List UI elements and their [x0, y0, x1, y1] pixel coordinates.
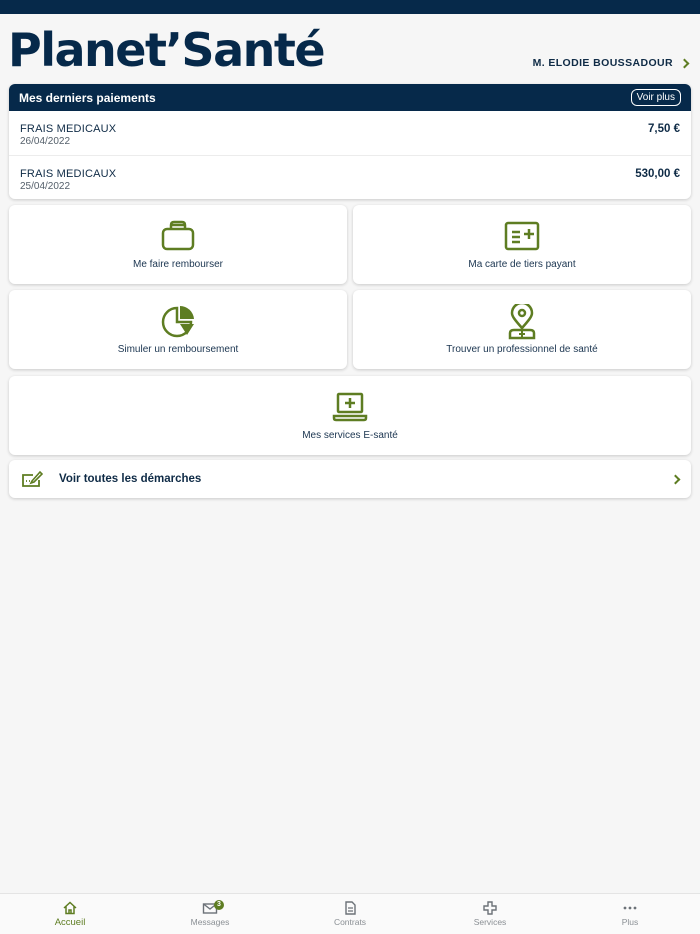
tab-home-label: Accueil: [54, 917, 86, 928]
home-icon: [63, 901, 77, 915]
status-bar: [0, 0, 700, 14]
more-dots-icon: [623, 906, 637, 910]
tab-contracts-label: Contrats: [333, 917, 367, 927]
all-steps-label: Voir toutes les démarches: [59, 473, 202, 485]
tab-messages-label: Messages: [190, 917, 230, 927]
tab-messages[interactable]: 3 Messages: [140, 894, 280, 934]
recent-payments-card: Mes derniers paiements Voir plus FRAIS M…: [9, 84, 691, 199]
find-professional-tile[interactable]: Trouver un professionnel de santé: [353, 290, 691, 369]
simulate-label: Simuler un remboursement: [117, 344, 239, 355]
chevron-right-icon: [679, 58, 690, 68]
user-name: M. ELODIE BOUSSADOUR: [532, 57, 673, 69]
document-icon: [345, 901, 356, 915]
location-doctor-icon: [508, 304, 536, 340]
app-logo: Planet’Santé: [8, 23, 326, 77]
pie-chart-icon: [161, 305, 194, 338]
payment-label: FRAIS MEDICAUX: [20, 123, 117, 135]
laptop-plus-icon: [332, 392, 368, 422]
e-health-services-tile[interactable]: Mes services E-santé: [9, 376, 691, 455]
reimburse-tile[interactable]: Me faire rembourser: [9, 205, 347, 284]
card-label: Ma carte de tiers payant: [468, 259, 576, 270]
payment-label: FRAIS MEDICAUX: [20, 168, 117, 180]
sign-form-icon: [22, 470, 43, 487]
simulate-tile[interactable]: Simuler un remboursement: [9, 290, 347, 369]
all-steps-button[interactable]: Voir toutes les démarches: [9, 460, 691, 498]
tab-home[interactable]: Accueil: [0, 894, 140, 934]
payment-date: 26/04/2022: [20, 136, 71, 147]
payment-date: 25/04/2022: [20, 181, 71, 192]
tab-more[interactable]: Plus: [560, 894, 700, 934]
tab-more-label: Plus: [621, 917, 639, 927]
recent-payments-title: Mes derniers paiements: [19, 90, 156, 105]
card-tile[interactable]: Ma carte de tiers payant: [353, 205, 691, 284]
tab-services-label: Services: [473, 917, 507, 927]
card-icon: [504, 221, 540, 251]
reimburse-label: Me faire rembourser: [132, 259, 224, 270]
find-professional-label: Trouver un professionnel de santé: [446, 344, 598, 355]
user-profile-link[interactable]: M. ELODIE BOUSSADOUR: [532, 55, 690, 71]
medical-cross-icon: [483, 901, 497, 915]
messages-badge: 3: [214, 900, 224, 910]
tab-contracts[interactable]: Contrats: [280, 894, 420, 934]
see-more-button[interactable]: Voir plus: [630, 89, 681, 106]
recent-payments-header: Mes derniers paiements Voir plus: [9, 84, 691, 111]
bottom-tab-bar: Accueil 3 Messages Contrats Services Plu…: [0, 893, 700, 934]
e-health-services-label: Mes services E-santé: [302, 430, 398, 441]
payment-amount: 530,00 €: [635, 168, 680, 180]
payment-row[interactable]: FRAIS MEDICAUX 25/04/2022 530,00 €: [9, 155, 691, 199]
tab-services[interactable]: Services: [420, 894, 560, 934]
payment-amount: 7,50 €: [648, 123, 680, 135]
payment-row[interactable]: FRAIS MEDICAUX 26/04/2022 7,50 €: [9, 111, 691, 155]
bag-icon: [161, 220, 195, 251]
chevron-right-icon: [670, 474, 681, 484]
